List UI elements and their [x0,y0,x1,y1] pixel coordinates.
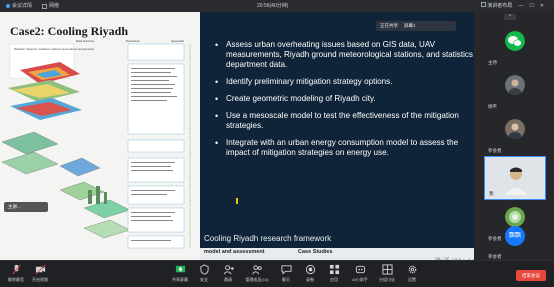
participant-tile[interactable]: 主持 [484,24,546,68]
gear-icon [408,265,416,274]
participant-tile-active[interactable]: 我 [484,156,546,200]
slide-bullets: Assess urban overheating issues based on… [212,40,474,165]
presenter-mini-label[interactable]: 主讲... [4,202,48,212]
close-button[interactable]: ✕ [540,0,544,12]
meeting-info-button[interactable]: 会议详情 [6,0,32,12]
meeting-timer: 20:56(40分钟) [257,3,289,9]
text-avatar: 飘飘 [505,226,525,246]
text-cursor [236,198,238,204]
framework-panel: Case2: Cooling Riyadh Data Sources Proce… [0,12,200,260]
unmute-button[interactable]: 解除静音 [4,264,28,283]
shared-screen: Case2: Cooling Riyadh Data Sources Proce… [0,12,474,260]
meeting-window: 会议详情 网络 20:56(40分钟) 演讲者布局 — ☐ ✕ Case2: C… [0,0,554,287]
bullet-item: Use a mesoscale model to test the effect… [212,111,474,131]
end-meeting-button[interactable]: 结束会议 [516,270,546,281]
network-indicator[interactable]: 网络 [42,0,59,12]
next-slide-strip: model and assessment Case Studies [200,248,474,260]
participant-name: 杨平 [488,104,497,109]
camera-icon [35,264,45,275]
participant-tile[interactable]: 参会者 [484,112,546,156]
bullet-item: Identify preliminary mitigation strategy… [212,77,474,87]
mic-icon [11,264,21,275]
shield-icon [199,264,209,275]
maximize-button[interactable]: ☐ [529,0,533,12]
person-photo-avatar [505,75,525,95]
participant-name: 参会者 [488,148,502,153]
ai-assistant-button[interactable]: AI小助手 [346,264,374,283]
signal-icon [42,3,48,9]
record-button[interactable]: 录制 [298,264,322,283]
start-video-button[interactable]: 开启视频 [28,264,52,283]
speaker-layout-button[interactable]: 演讲者布局 [480,0,512,12]
ai-icon [355,265,365,274]
participant-panel: ^ 主持 杨平 参会者 我 参会者 飘飘 参会者 [474,12,554,274]
sharing-indicator[interactable]: 正在共享 屏幕1 [376,21,456,31]
minimize-button[interactable]: — [518,0,523,12]
title-bar: 会议详情 网络 20:56(40分钟) 演讲者布局 — ☐ ✕ [0,0,554,12]
strip-label: Case Studies [298,249,333,255]
breakout-icon [381,264,393,275]
info-icon [6,4,10,8]
wechat-icon [505,31,525,51]
share-screen-button[interactable]: 共享屏幕 [168,264,192,283]
framework-diagram: Weather observa- locations stations anom… [1,43,191,249]
invite-icon [223,265,234,275]
apps-icon [329,264,339,275]
bullet-item: Integrate with an urban energy consumpti… [212,138,474,158]
bullet-item: Assess urban overheating issues based on… [212,40,474,71]
share-screen-icon [175,265,185,273]
settings-button[interactable]: 设置 [400,264,424,283]
participant-tile[interactable]: 杨平 [484,68,546,112]
members-icon [251,265,262,275]
chat-button[interactable]: 聊天 [274,264,298,283]
scroll-up-button[interactable]: ^ [504,14,516,20]
security-button[interactable]: 安全 [192,264,216,283]
layout-icon [480,2,486,7]
apps-button[interactable]: 应用 [322,264,346,283]
meeting-toolbar: 解除静音 开启视频 共享屏幕 安全 邀请 管理成员(14) 聊天 录制 应用 A… [0,260,554,287]
participant-tile[interactable]: 飘飘 参会者 [484,218,546,262]
camera-video-feed [501,161,531,195]
slide-title: Case2: Cooling Riyadh [10,24,129,38]
invite-button[interactable]: 邀请 [216,264,240,283]
breakout-button[interactable]: 分组讨论 [374,264,400,283]
manage-members-button[interactable]: 管理成员(14) [242,264,272,283]
chat-icon [280,265,292,275]
participant-name: 我 [489,191,494,196]
framework-note: Weather observa- locations stations anom… [14,47,94,51]
record-icon [305,264,315,275]
participant-name: 主持 [488,60,497,65]
person-photo-avatar [505,119,525,139]
slide-caption: Cooling Riyadh research framework [204,234,332,243]
bullet-item: Create geometric modeling of Riyadh city… [212,94,474,104]
strip-label: model and assessment [204,249,265,255]
